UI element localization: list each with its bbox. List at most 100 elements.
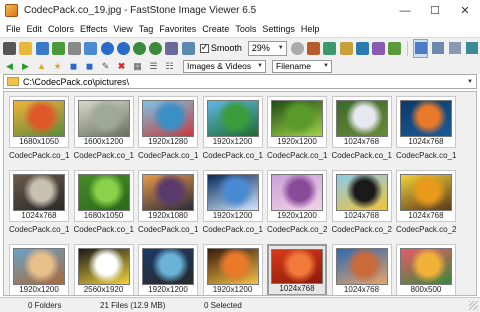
thumbnail-item[interactable]: 1600x1200 CodecPack.co_10	[73, 96, 134, 160]
detail-list-button[interactable]: ☷	[163, 60, 176, 73]
thumbnail-image[interactable]	[77, 248, 130, 285]
thumbnail-item[interactable]: 1024x768CodecPack.co_26	[267, 244, 327, 295]
thumbnail-frame[interactable]: 1920x1200	[9, 244, 69, 295]
thumbnail-frame[interactable]: 1680x1050	[73, 170, 134, 222]
thumbnail-frame[interactable]: 1024x768	[267, 244, 327, 295]
menu-effects[interactable]: Effects	[77, 21, 110, 37]
rename-button[interactable]: ✎	[99, 60, 112, 73]
thumbnail-image[interactable]	[77, 100, 130, 137]
thumbnail-image[interactable]	[142, 100, 194, 137]
thumbnail-image[interactable]	[335, 248, 388, 285]
thumbnail-item[interactable]: 1024x768 CodecPack.co_16	[9, 170, 69, 234]
save-button[interactable]	[35, 40, 49, 57]
thumbnail-item[interactable]: 1024x768 CodecPack.co_14	[331, 96, 392, 160]
fullscreen-button[interactable]	[465, 39, 480, 58]
thumbnail-frame[interactable]: 1024x768	[396, 170, 456, 222]
thumbnail-image[interactable]	[13, 100, 65, 137]
thumbnail-frame[interactable]: 1600x1200	[73, 96, 134, 148]
thumbnail-image[interactable]	[400, 174, 452, 211]
thumbnail-frame[interactable]: 1024x768	[9, 170, 69, 222]
thumbnail-frame[interactable]: 1024x768	[331, 244, 392, 295]
actual-size-button[interactable]	[165, 40, 179, 57]
close-button[interactable]: ✕	[450, 0, 480, 21]
save-as-button[interactable]	[51, 40, 65, 57]
thumbnail-frame[interactable]: 1920x1200	[138, 244, 198, 295]
thumbnail-image[interactable]	[206, 248, 259, 285]
email-button[interactable]	[84, 40, 98, 57]
pan-hand-button[interactable]	[290, 40, 304, 57]
thumbnail-image[interactable]	[271, 100, 323, 137]
thumbnail-image[interactable]	[142, 174, 194, 211]
thumbnail-frame[interactable]: 1920x1200	[202, 170, 263, 222]
file-filter-select[interactable]: Images & Videos ▼	[183, 59, 266, 73]
thumbnail-image[interactable]	[13, 174, 65, 211]
thumbnail-item[interactable]: 1920x1200CodecPack.co_24	[138, 244, 198, 295]
thumbnail-item[interactable]: 1024x768 CodecPack.co_20	[331, 170, 392, 234]
maximize-button[interactable]: ☐	[420, 0, 450, 21]
smooth-toggle[interactable]: Smooth	[199, 42, 242, 53]
menu-settings[interactable]: Settings	[259, 21, 298, 37]
menu-favorites[interactable]: Favorites	[156, 21, 199, 37]
thumbnail-frame[interactable]: 1920x1200	[267, 170, 327, 222]
thumbnail-frame[interactable]: 1920x1200	[202, 96, 263, 148]
preview-view-button[interactable]	[430, 39, 445, 58]
forward-button[interactable]: ▶	[19, 60, 32, 73]
menu-tools[interactable]: Tools	[232, 21, 259, 37]
minimize-button[interactable]: —	[390, 0, 420, 21]
thumbnail-item[interactable]: 1920x1200 CodecPack.co_12	[202, 96, 263, 160]
thumbnail-frame[interactable]: 1024x768	[396, 96, 456, 148]
thumbnail-item[interactable]: 1024x768CodecPack.co_27	[331, 244, 392, 295]
chevron-down-icon[interactable]: ▼	[464, 79, 476, 85]
thumbnail-item[interactable]: 1920x1200CodecPack.co_25	[202, 244, 263, 295]
thumbnail-item[interactable]: 1920x1200CodecPack.co_22	[9, 244, 69, 295]
thumbnail-item[interactable]: 1024x768 CodecPack.co_15	[396, 96, 456, 160]
smooth-checkbox[interactable]	[199, 42, 209, 53]
fit-window-button[interactable]	[181, 40, 195, 57]
open-button[interactable]	[19, 40, 33, 57]
path-combobox[interactable]: C:\CodecPack.co\pictures\ ▼	[3, 74, 477, 89]
thumbnail-item[interactable]: 1920x1080 CodecPack.co_18	[138, 170, 198, 234]
thumbnail-item[interactable]: 1680x1050 CodecPack.co_1	[9, 96, 69, 160]
thumbnail-item[interactable]: 1920x1200 CodecPack.co_19	[202, 170, 263, 234]
thumbnail-image[interactable]	[13, 248, 65, 285]
thumbnail-frame[interactable]: 1024x768	[331, 96, 392, 148]
thumbnail-frame[interactable]: 1920x1200	[202, 244, 263, 295]
up-folder-button[interactable]: ▲	[35, 60, 48, 73]
thumbnail-frame[interactable]: 1920x1280	[138, 96, 198, 148]
thumbnail-image[interactable]	[335, 174, 388, 211]
menu-tag[interactable]: Tag	[136, 21, 157, 37]
copy-to-button[interactable]: ◼	[67, 60, 80, 73]
thumbnail-image[interactable]	[206, 100, 259, 137]
zoom-in-button[interactable]	[100, 40, 114, 57]
thumbnail-frame[interactable]: 1680x1050	[9, 96, 69, 148]
thumbnail-view-button[interactable]	[413, 38, 429, 58]
favorites-button[interactable]: ★	[51, 60, 64, 73]
back-button[interactable]: ◀	[3, 60, 16, 73]
thumbnail-item[interactable]: 1920x1200 CodecPack.co_2	[267, 170, 327, 234]
thumbnail-item[interactable]: 1680x1050 CodecPack.co_17	[73, 170, 134, 234]
thumbnail-image[interactable]	[77, 174, 130, 211]
delete-button[interactable]: ✖	[115, 60, 128, 73]
zoom-out-button[interactable]	[116, 40, 130, 57]
resize-grip-icon[interactable]	[469, 300, 478, 310]
thumbnail-image[interactable]	[142, 248, 194, 285]
thumbnail-frame[interactable]: 1920x1080	[138, 170, 198, 222]
crop-button[interactable]	[307, 40, 321, 57]
slideshow-button[interactable]	[355, 40, 369, 57]
thumbnail-frame[interactable]: 1024x768	[331, 170, 392, 222]
thumbnail-image[interactable]	[400, 248, 452, 285]
menu-view[interactable]: View	[110, 21, 135, 37]
thumbnail-frame[interactable]: 1920x1200	[267, 96, 327, 148]
draw-button[interactable]	[339, 40, 353, 57]
resize-button[interactable]	[323, 40, 337, 57]
thumbnail-frame[interactable]: 2560x1920	[73, 244, 134, 295]
thumbnail-item[interactable]: 1920x1200 CodecPack.co_13	[267, 96, 327, 160]
list-view-button[interactable]: ☰	[147, 60, 160, 73]
thumbnail-item[interactable]: 1920x1280 CodecPack.co_11	[138, 96, 198, 160]
thumbnail-item[interactable]: 1024x768 CodecPack.co_21	[396, 170, 456, 234]
detail-view-button[interactable]	[448, 39, 463, 58]
rotate-left-button[interactable]	[132, 40, 146, 57]
move-to-button[interactable]: ◼	[83, 60, 96, 73]
thumbnail-item[interactable]: 800x500CodecPack.co_28	[396, 244, 456, 295]
menu-file[interactable]: File	[3, 21, 24, 37]
